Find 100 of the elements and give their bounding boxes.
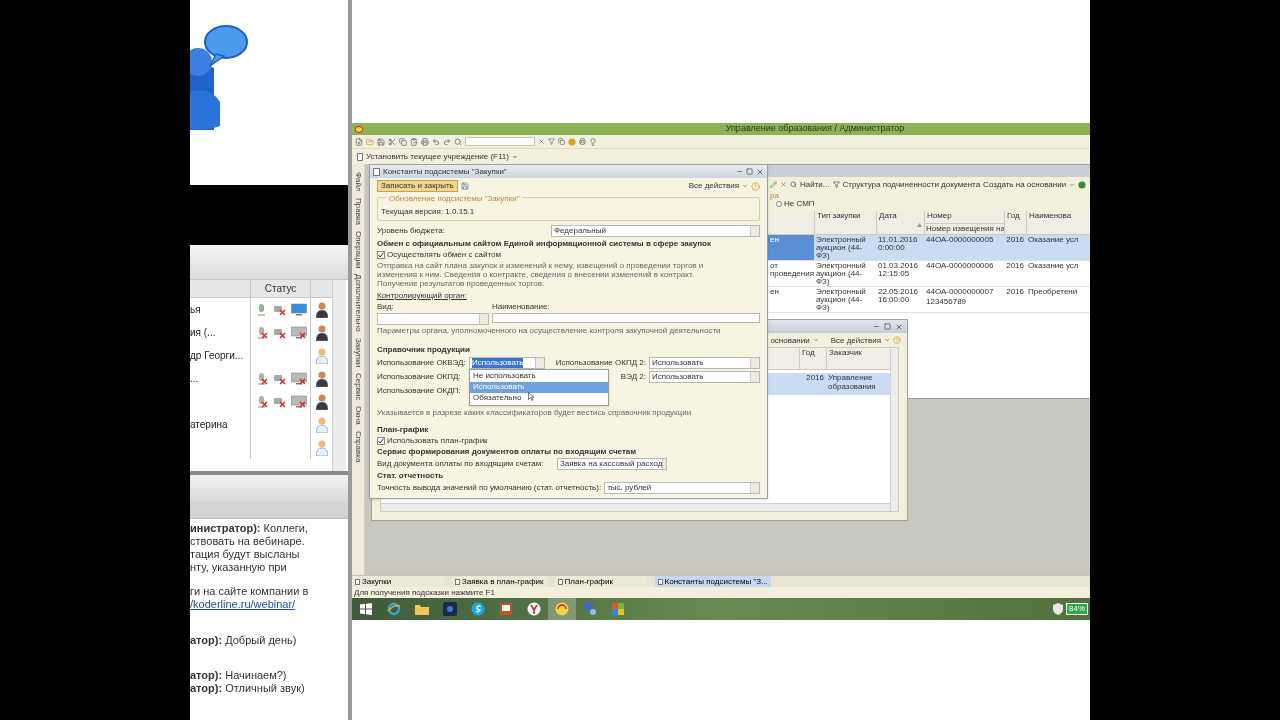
window-tab[interactable]: План-график xyxy=(554,576,647,587)
shield-icon[interactable] xyxy=(1053,603,1063,615)
chat-app-icon[interactable] xyxy=(471,602,485,616)
window-tab[interactable]: Закупки xyxy=(352,576,444,587)
section-tab[interactable]: Дополнительно xyxy=(353,274,363,332)
table-cell: 2016 xyxy=(1006,236,1024,244)
section-tab[interactable]: Закупки xyxy=(353,337,363,367)
radio-label: Не СМП xyxy=(784,200,815,208)
caret-icon xyxy=(511,153,518,160)
search-icon[interactable] xyxy=(790,181,797,188)
section-tab[interactable]: Файл xyxy=(353,172,363,192)
minimize-icon[interactable] xyxy=(736,168,743,175)
close-icon[interactable] xyxy=(756,167,764,176)
text-field[interactable] xyxy=(492,313,760,323)
delete-icon[interactable] xyxy=(780,181,787,188)
monitor-icon xyxy=(290,303,307,316)
select-field[interactable]: Использовать xyxy=(649,356,760,369)
undo-icon[interactable] xyxy=(432,137,440,146)
windows-logo-icon[interactable] xyxy=(360,603,372,615)
save-and-close-button[interactable]: Записать и закрыть xyxy=(377,180,458,192)
filter-icon[interactable] xyxy=(548,138,555,145)
radio-button[interactable] xyxy=(776,201,782,207)
window-title: Управление образования / Администратор xyxy=(725,122,905,136)
lightbulb-icon[interactable] xyxy=(589,137,597,146)
copy-icon[interactable] xyxy=(558,138,565,145)
table-cell: Оказание усл xyxy=(1028,262,1080,270)
clear-icon[interactable] xyxy=(538,138,545,145)
maximize-icon[interactable] xyxy=(884,323,891,330)
window-tab[interactable]: Заявка в план-график xyxy=(452,576,547,587)
section-tab[interactable]: Операции xyxy=(353,230,363,269)
presentation-icon[interactable] xyxy=(499,602,513,616)
table-row[interactable]: ен Электронный аукцион (44-ФЗ) 11.01.2016 0:00:00 44ОА-0000000005 2016 Оказание усл xyxy=(768,235,1090,261)
document-icon xyxy=(455,578,460,585)
select-field[interactable]: Заявка на кассовый расход xyxy=(557,458,667,470)
table-row[interactable]: ен Электронный аукцион (44-ФЗ) 22.05.2016 16:00:00 44ОА-0000000007 123456789 2016 Преобретени xyxy=(768,287,1090,313)
version-text: Текущая версия: 1.0.15.1 xyxy=(381,207,476,217)
app-logo-icon xyxy=(355,125,363,133)
all-actions-menu[interactable]: Все действия xyxy=(830,335,881,345)
control-authority-link[interactable]: Контролирующий орган: xyxy=(377,291,467,301)
select-field[interactable]: Использовать xyxy=(649,370,760,383)
find-button[interactable]: Найти... xyxy=(800,180,830,189)
set-institution-command[interactable]: Установить текущее учреждение (F11) xyxy=(366,150,509,163)
help-icon[interactable] xyxy=(751,181,760,191)
maximize-icon[interactable] xyxy=(746,168,753,175)
network-icon[interactable] xyxy=(583,602,597,616)
webinar-link[interactable]: /koderline.ru/webinar/ xyxy=(190,598,348,611)
browser-icon[interactable] xyxy=(527,602,541,616)
table-row[interactable]: от проведения Электронный аукцион (44-ФЗ) 01.03.2016 12:15:05 44ОА-0000000006 2016 Оказание усл xyxy=(768,261,1090,287)
column-header: Заказчик xyxy=(829,348,862,357)
horizontal-scrollbar[interactable] xyxy=(381,503,890,511)
pencil-icon[interactable] xyxy=(770,181,777,188)
save-icon[interactable] xyxy=(460,182,469,190)
redo-icon[interactable] xyxy=(443,137,451,146)
copy-icon[interactable] xyxy=(399,137,407,146)
table-cell-text: 44ОА-0000000005 xyxy=(926,236,995,244)
chat-line: ги на сайте компании в xyxy=(190,585,310,598)
section-tab[interactable]: Правка xyxy=(353,197,363,225)
close-icon[interactable] xyxy=(895,322,903,331)
section-tab[interactable]: Окна xyxy=(353,406,363,425)
create-based-button[interactable]: Создать на основании xyxy=(983,180,1067,189)
cut-icon[interactable] xyxy=(388,137,396,146)
vertical-scrollbar[interactable] xyxy=(890,348,898,511)
paste-icon[interactable] xyxy=(410,137,418,146)
printer-icon[interactable] xyxy=(579,138,586,145)
dropdown-option[interactable]: Обязательно xyxy=(470,392,608,404)
search-icon[interactable] xyxy=(454,137,462,146)
column-header: Дата xyxy=(878,211,898,220)
table-cell: 2016 xyxy=(1006,262,1024,270)
checkbox[interactable] xyxy=(377,251,385,259)
save-icon[interactable] xyxy=(377,137,385,146)
help-icon[interactable] xyxy=(893,336,901,344)
chat-line: тация будут высланы xyxy=(190,548,301,561)
search-field[interactable] xyxy=(465,137,535,146)
participant-name: ья xyxy=(190,304,201,315)
select-field[interactable] xyxy=(377,313,489,325)
new-document-icon[interactable] xyxy=(355,137,363,146)
all-actions-menu[interactable]: Все действия xyxy=(688,181,739,191)
select-field[interactable]: тыс. рублей xyxy=(604,482,760,494)
section-tab[interactable]: Справка xyxy=(353,430,363,463)
select-field[interactable]: Использовать xyxy=(469,356,545,369)
section-tab[interactable]: Сервис xyxy=(353,372,363,401)
dropdown-option[interactable]: Не использовать xyxy=(470,370,608,382)
filter-icon[interactable] xyxy=(832,181,840,188)
column-header: Статус xyxy=(264,282,297,296)
window-tab[interactable]: Константы подсистемы "З... xyxy=(654,576,771,587)
printer-icon[interactable] xyxy=(421,137,429,146)
folder-icon[interactable] xyxy=(415,603,429,615)
minimize-icon[interactable] xyxy=(873,323,880,330)
document-icon xyxy=(355,578,360,585)
windows-app-icon[interactable] xyxy=(611,602,625,616)
select-field[interactable]: Федеральный xyxy=(551,225,760,237)
scrollbar[interactable] xyxy=(332,280,346,471)
status-bar-text: Для получения подсказки нажмите F1 xyxy=(354,586,495,599)
browser-icon[interactable] xyxy=(387,602,401,616)
checkbox-label: Использовать план-график xyxy=(387,436,488,446)
create-based-button[interactable]: основании xyxy=(770,335,810,345)
checkbox[interactable] xyxy=(377,437,385,445)
structure-button[interactable]: Структура подчиненности документа xyxy=(842,180,981,189)
chat-line: атор): Начинаем?) xyxy=(190,669,288,682)
person-speech-icon xyxy=(190,22,248,130)
